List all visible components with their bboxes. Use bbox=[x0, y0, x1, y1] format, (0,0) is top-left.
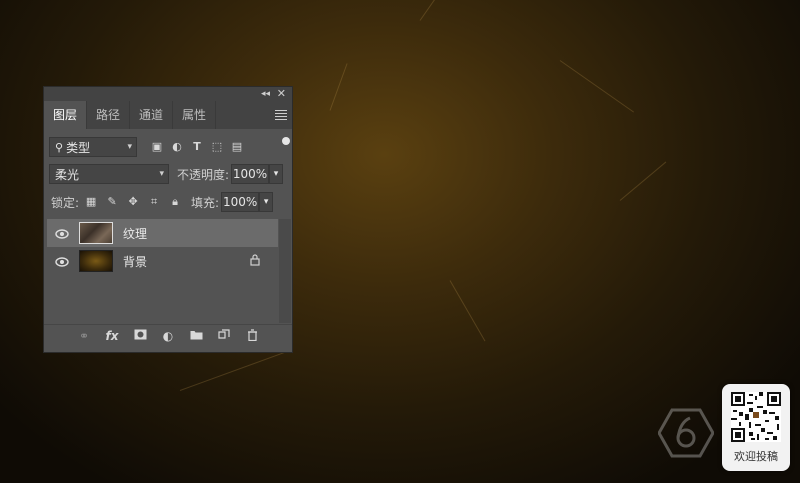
collapse-icon[interactable]: ◂◂ bbox=[261, 87, 270, 101]
chevron-down-icon: ▾ bbox=[159, 169, 164, 179]
filter-row: ⚲ 类型 ▾ ▣ ◐ T ⬚ ▤ bbox=[44, 137, 292, 157]
new-layer-icon[interactable] bbox=[217, 329, 231, 343]
chevron-down-icon: ▾ bbox=[127, 142, 132, 152]
filter-toggle-icon[interactable] bbox=[282, 137, 290, 155]
layer-row-texture[interactable]: 纹理 bbox=[47, 219, 278, 247]
lock-icons: ▦ ✎ ✥ ⌗ 🔒︎ bbox=[85, 196, 181, 208]
panel-tabs: 图层 路径 通道 属性 bbox=[44, 101, 292, 129]
fill-input[interactable]: 100% bbox=[221, 192, 260, 212]
lock-label: 锁定: bbox=[51, 195, 80, 210]
watermark-logo-icon bbox=[657, 408, 715, 458]
panel-menu-icon[interactable] bbox=[275, 108, 287, 122]
blend-row: 柔光 ▾ 不透明度: 100% ▾ bbox=[44, 164, 292, 184]
lock-icon bbox=[250, 253, 260, 269]
fill-label: 填充: bbox=[191, 195, 220, 210]
panel-footer: ⚭ fx ◐ bbox=[44, 324, 292, 347]
image-filter-icon[interactable]: ▣ bbox=[151, 141, 163, 153]
lock-all-icon[interactable]: 🔒︎ bbox=[169, 196, 181, 208]
opacity-label: 不透明度: bbox=[177, 167, 230, 182]
texture-scratch bbox=[559, 60, 635, 113]
texture-scratch bbox=[419, 0, 467, 21]
type-filter-icon[interactable]: T bbox=[191, 141, 203, 153]
layer-row-background[interactable]: 背景 bbox=[47, 247, 278, 275]
blend-mode-value: 柔光 bbox=[55, 167, 80, 182]
filter-kind-label: 类型 bbox=[66, 140, 91, 155]
filter-kind-select[interactable]: ⚲ 类型 ▾ bbox=[49, 137, 137, 157]
smart-object-filter-icon[interactable]: ▤ bbox=[231, 141, 243, 153]
layer-name[interactable]: 纹理 bbox=[123, 225, 147, 242]
lock-position-icon[interactable]: ✥ bbox=[127, 196, 139, 208]
eye-icon[interactable] bbox=[53, 252, 71, 271]
opacity-input[interactable]: 100% bbox=[231, 164, 270, 184]
link-layers-icon[interactable]: ⚭ bbox=[77, 329, 91, 343]
qr-caption: 欢迎投稿 bbox=[734, 450, 778, 463]
tab-channels[interactable]: 通道 bbox=[130, 101, 174, 129]
tab-paths[interactable]: 路径 bbox=[87, 101, 131, 129]
eye-icon[interactable] bbox=[53, 224, 71, 243]
lock-artboard-icon[interactable]: ⌗ bbox=[148, 196, 160, 208]
shape-filter-icon[interactable]: ⬚ bbox=[211, 141, 223, 153]
lock-image-pixels-icon[interactable]: ✎ bbox=[106, 196, 118, 208]
fx-icon[interactable]: fx bbox=[105, 329, 119, 343]
layer-name[interactable]: 背景 bbox=[123, 253, 147, 270]
adjustment-layer-icon[interactable]: ◐ bbox=[161, 329, 175, 343]
lock-transparent-pixels-icon[interactable]: ▦ bbox=[85, 196, 97, 208]
tab-layers[interactable]: 图层 bbox=[44, 101, 88, 129]
layers-scrollbar[interactable] bbox=[279, 219, 291, 323]
qr-code-icon bbox=[731, 392, 781, 442]
lock-row: 锁定: ▦ ✎ ✥ ⌗ 🔒︎ 填充: 100% ▾ bbox=[44, 192, 292, 212]
layers-list: 纹理 背景 bbox=[47, 219, 278, 323]
layer-thumbnail bbox=[79, 222, 113, 244]
search-icon: ⚲ bbox=[55, 140, 64, 154]
blend-mode-select[interactable]: 柔光 ▾ bbox=[49, 164, 169, 184]
tab-properties[interactable]: 属性 bbox=[173, 101, 217, 129]
chevron-down-icon: ▾ bbox=[273, 169, 279, 179]
adjustment-filter-icon[interactable]: ◐ bbox=[171, 141, 183, 153]
fill-dropdown[interactable]: ▾ bbox=[259, 192, 274, 212]
chevron-down-icon: ▾ bbox=[263, 197, 269, 207]
texture-scratch bbox=[329, 63, 348, 111]
qr-code-card[interactable]: 欢迎投稿 bbox=[722, 384, 790, 471]
layers-panel: ◂◂ ✕ 图层 路径 通道 属性 ⚲ 类型 ▾ ▣ ◐ T ⬚ ▤ 柔光 ▾ 不… bbox=[43, 86, 293, 353]
filter-icons: ▣ ◐ T ⬚ ▤ bbox=[151, 141, 243, 153]
new-group-icon[interactable] bbox=[189, 329, 203, 343]
texture-scratch bbox=[619, 161, 667, 201]
texture-scratch bbox=[179, 348, 293, 391]
texture-scratch bbox=[449, 280, 486, 342]
layer-thumbnail bbox=[79, 250, 113, 272]
layer-mask-icon[interactable] bbox=[133, 329, 147, 343]
opacity-dropdown[interactable]: ▾ bbox=[269, 164, 284, 184]
panel-header: ◂◂ ✕ bbox=[44, 87, 292, 101]
trash-icon[interactable] bbox=[245, 329, 259, 343]
close-icon[interactable]: ✕ bbox=[277, 87, 286, 101]
